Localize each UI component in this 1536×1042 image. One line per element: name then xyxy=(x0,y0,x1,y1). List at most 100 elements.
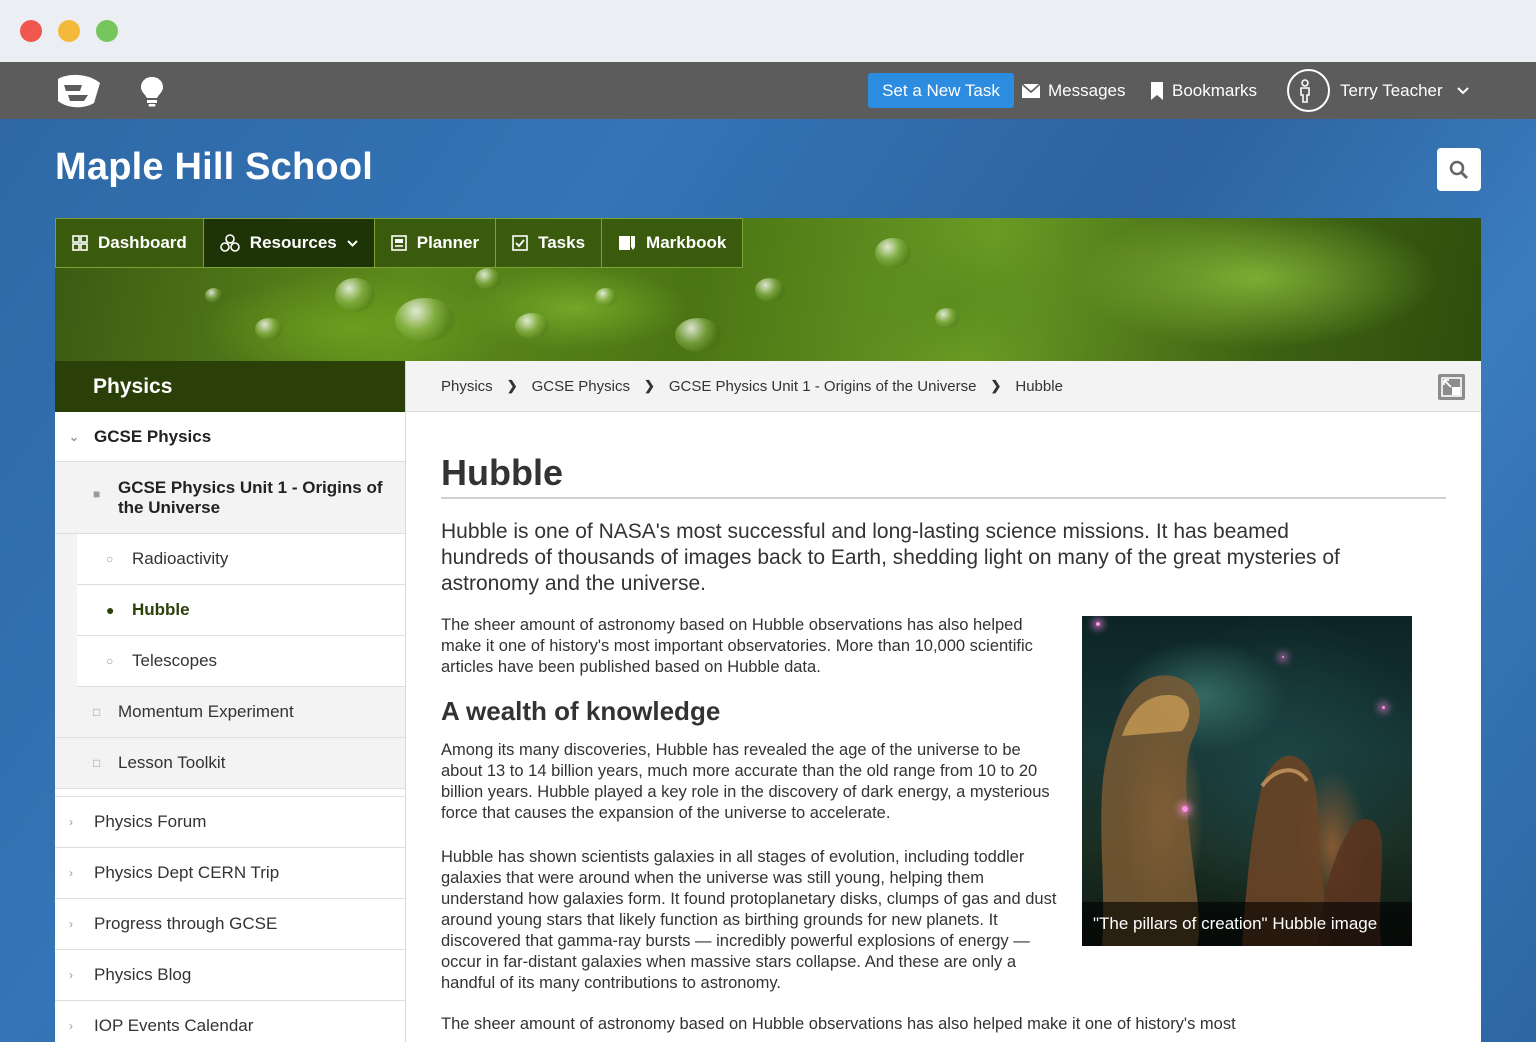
set-new-task-button[interactable]: Set a New Task xyxy=(868,73,1014,108)
lead-paragraph: Hubble is one of NASA's most successful … xyxy=(441,520,1340,595)
star-icon xyxy=(1182,806,1188,812)
messages-label: Messages xyxy=(1048,80,1126,100)
star-icon xyxy=(1382,706,1385,709)
search-button[interactable] xyxy=(1437,148,1481,191)
fullscreen-button[interactable] xyxy=(1438,374,1465,400)
chevron-right-icon: › xyxy=(69,968,73,982)
nav-dashboard-label: Dashboard xyxy=(98,233,187,252)
markbook-icon xyxy=(619,236,636,250)
square-bullet-icon: ■ xyxy=(93,487,101,501)
sidebar-item-label: Momentum Experiment xyxy=(118,702,294,721)
app-logo-icon[interactable] xyxy=(54,73,102,109)
planner-icon xyxy=(390,235,407,251)
user-menu[interactable]: Terry Teacher xyxy=(1287,62,1477,119)
sidebar-item-physics-forum[interactable]: › Physics Forum xyxy=(55,797,405,848)
sidebar-title: Physics xyxy=(55,361,405,412)
chevron-right-icon: ❯ xyxy=(990,378,1002,393)
chevron-right-icon: ❯ xyxy=(506,378,518,393)
resources-icon xyxy=(219,234,240,252)
school-name: Maple Hill School xyxy=(55,146,373,188)
main-nav: Dashboard Resources Planner Tasks Markbo… xyxy=(55,218,744,268)
sidebar-item-physics-blog[interactable]: › Physics Blog xyxy=(55,950,405,1001)
nav-markbook-label: Markbook xyxy=(646,233,727,252)
top-bar: Set a New Task Messages Bookmarks Terry … xyxy=(0,62,1536,119)
body-paragraph: Among its many discoveries, Hubble has r… xyxy=(441,741,1050,822)
minimize-window-button[interactable] xyxy=(58,20,80,42)
sidebar-divider xyxy=(55,789,405,797)
square-outline-bullet-icon: □ xyxy=(93,705,101,719)
body-paragraph: The sheer amount of astronomy based on H… xyxy=(441,616,1033,676)
nav-tasks[interactable]: Tasks xyxy=(496,218,603,268)
square-outline-bullet-icon: □ xyxy=(93,756,101,770)
title-divider xyxy=(441,497,1446,499)
sidebar-item-cern-trip[interactable]: › Physics Dept CERN Trip xyxy=(55,848,405,899)
lightbulb-icon[interactable] xyxy=(139,75,165,107)
sidebar-subitems: ○ Radioactivity ● Hubble ○ Telescopes xyxy=(55,534,405,687)
breadcrumb-item[interactable]: GCSE Physics xyxy=(532,378,630,395)
sidebar-item-hubble[interactable]: ● Hubble xyxy=(77,585,405,636)
chevron-right-icon: › xyxy=(69,917,73,931)
nav-markbook[interactable]: Markbook xyxy=(602,218,744,268)
star-icon xyxy=(1282,656,1284,658)
sidebar-item-radioactivity[interactable]: ○ Radioactivity xyxy=(77,534,405,585)
chevron-down-icon xyxy=(347,239,358,247)
nav-resources-label: Resources xyxy=(249,233,337,252)
nav-dashboard[interactable]: Dashboard xyxy=(55,218,204,268)
page-title: Hubble xyxy=(441,452,563,493)
expand-icon xyxy=(1441,377,1462,397)
section-heading: A wealth of knowledge xyxy=(441,696,721,726)
sidebar-item-gcse-physics[interactable]: ⌄ GCSE Physics xyxy=(55,412,405,462)
breadcrumb-item[interactable]: Physics xyxy=(441,378,493,395)
breadcrumb-current: Hubble xyxy=(1015,377,1063,395)
content-panel: Physics ⌄ GCSE Physics ■ GCSE Physics Un… xyxy=(55,361,1481,1042)
dashboard-grid-icon xyxy=(72,235,88,251)
user-icon xyxy=(1299,78,1310,103)
sidebar-item-label: Physics Forum xyxy=(94,812,207,831)
nav-tasks-label: Tasks xyxy=(538,233,586,252)
search-icon xyxy=(1449,160,1469,179)
sidebar-item-lesson-toolkit[interactable]: □ Lesson Toolkit xyxy=(55,738,405,789)
nav-planner-label: Planner xyxy=(416,233,480,252)
user-name: Terry Teacher xyxy=(1340,80,1443,100)
window-chrome xyxy=(0,0,1536,62)
sidebar-item-iop-events[interactable]: › IOP Events Calendar xyxy=(55,1001,405,1042)
sidebar-item-label: Progress through GCSE xyxy=(94,914,278,933)
chevron-right-icon: › xyxy=(69,1019,73,1033)
bookmarks-link[interactable]: Bookmarks xyxy=(1150,62,1257,119)
sidebar-item-progress-gcse[interactable]: › Progress through GCSE xyxy=(55,899,405,950)
messages-link[interactable]: Messages xyxy=(1022,62,1125,119)
sidebar-item-label: GCSE Physics Unit 1 - Origins of the Uni… xyxy=(118,477,383,517)
sidebar: Physics ⌄ GCSE Physics ■ GCSE Physics Un… xyxy=(55,361,406,1042)
filled-circle-bullet-icon: ● xyxy=(106,602,115,618)
hubble-image[interactable]: "The pillars of creation" Hubble image xyxy=(1082,616,1412,946)
sidebar-item-label: GCSE Physics xyxy=(94,426,212,446)
sidebar-item-label: IOP Events Calendar xyxy=(94,1016,254,1035)
sidebar-item-telescopes[interactable]: ○ Telescopes xyxy=(77,636,405,687)
close-window-button[interactable] xyxy=(20,20,42,42)
bookmark-icon xyxy=(1151,81,1163,100)
sidebar-item-label: Physics Blog xyxy=(94,965,192,984)
sidebar-item-label: Telescopes xyxy=(132,651,218,670)
pillars-illustration xyxy=(1101,675,1382,946)
envelope-icon xyxy=(1022,83,1040,98)
chevron-right-icon: › xyxy=(69,866,73,880)
article: Hubble Hubble is one of NASA's most succ… xyxy=(441,412,1446,1042)
circle-bullet-icon: ○ xyxy=(106,552,114,566)
breadcrumb-item[interactable]: GCSE Physics Unit 1 - Origins of the Uni… xyxy=(669,378,977,395)
body-paragraph: Hubble has shown scientists galaxies in … xyxy=(441,848,1057,992)
body-paragraph: The sheer amount of astronomy based on H… xyxy=(441,1015,1236,1033)
circle-bullet-icon: ○ xyxy=(106,654,114,668)
maximize-window-button[interactable] xyxy=(96,20,118,42)
sidebar-item-label: Physics Dept CERN Trip xyxy=(94,863,280,882)
bookmarks-label: Bookmarks xyxy=(1172,80,1258,100)
nav-planner[interactable]: Planner xyxy=(374,218,497,268)
star-icon xyxy=(1096,622,1100,626)
chevron-down-icon: ⌄ xyxy=(69,429,80,444)
sidebar-item-label: Radioactivity xyxy=(132,549,229,568)
sidebar-item-momentum-experiment[interactable]: □ Momentum Experiment xyxy=(55,687,405,738)
sidebar-item-label: Hubble xyxy=(132,600,190,619)
sidebar-item-unit-1[interactable]: ■ GCSE Physics Unit 1 - Origins of the U… xyxy=(55,462,405,534)
chevron-right-icon: › xyxy=(69,815,73,829)
nav-resources[interactable]: Resources xyxy=(203,218,375,268)
sidebar-item-label: Lesson Toolkit xyxy=(118,753,226,772)
